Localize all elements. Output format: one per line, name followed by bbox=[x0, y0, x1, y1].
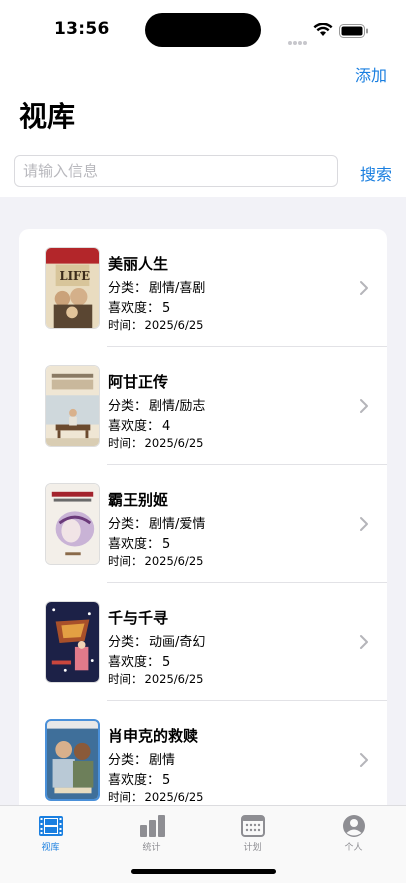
movie-category: 分类： 剧情 bbox=[108, 753, 176, 768]
tab-label: 视库 bbox=[41, 843, 60, 853]
list-item[interactable]: 阿甘正传 分类： 剧情/励志 喜欢度： 4 时间： 2025/6/25 bbox=[19, 347, 387, 465]
forrest-gump-poster bbox=[45, 365, 100, 447]
movie-rating: 喜欢度： 5 bbox=[108, 301, 171, 316]
list-item[interactable]: 霸王别姬 分类： 剧情/爱情 喜欢度： 5 时间： 2025/6/25 bbox=[19, 465, 387, 583]
battery-icon bbox=[339, 23, 369, 42]
svg-text:LIFE: LIFE bbox=[59, 269, 90, 283]
farewell-my-concubine-poster bbox=[45, 483, 100, 565]
movie-category: 分类： 剧情/喜剧 bbox=[108, 281, 206, 296]
dynamic-island bbox=[145, 13, 261, 47]
movie-title: 千与千寻 bbox=[108, 609, 169, 627]
chevron-right-icon bbox=[360, 753, 368, 767]
movie-date: 时间： 2025/6/25 bbox=[108, 790, 204, 804]
movie-rating: 喜欢度： 5 bbox=[108, 537, 171, 552]
add-button[interactable]: 添加 bbox=[355, 62, 387, 86]
movie-list: LIFE 美丽人生 分类：剧情/喜剧 喜欢度：5 时间：2025/6/25 bbox=[19, 229, 387, 829]
chevron-right-icon bbox=[360, 517, 368, 531]
search-input[interactable] bbox=[14, 155, 338, 187]
tab-profile[interactable]: 个人 bbox=[303, 806, 404, 856]
status-bar: 13:56 bbox=[0, 0, 406, 60]
tab-statistics[interactable]: 统计 bbox=[101, 806, 202, 856]
movie-category: 分类： 剧情/励志 bbox=[108, 399, 206, 414]
search-button[interactable]: 搜索 bbox=[360, 161, 392, 185]
movie-date: 时间： 2025/6/25 bbox=[108, 672, 204, 686]
chevron-right-icon bbox=[360, 635, 368, 649]
movie-category: 分类： 剧情/爱情 bbox=[108, 517, 206, 532]
chevron-right-icon bbox=[360, 281, 368, 295]
bar-chart-icon bbox=[140, 815, 165, 837]
movie-title: 阿甘正传 bbox=[108, 373, 169, 391]
person-icon bbox=[343, 815, 365, 837]
life-is-beautiful-poster: LIFE bbox=[45, 247, 100, 329]
tab-label: 计划 bbox=[243, 843, 262, 853]
list-item[interactable]: 千与千寻 分类： 动画/奇幻 喜欢度： 5 时间： 2025/6/25 bbox=[19, 583, 387, 701]
movie-title: 美丽人生 bbox=[108, 255, 169, 273]
cellular-signal-icon bbox=[288, 30, 308, 49]
movie-date: 时间： 2025/6/25 bbox=[108, 318, 204, 332]
page-title: 视库 bbox=[19, 100, 76, 133]
movie-rating: 喜欢度： 4 bbox=[108, 419, 171, 434]
movie-date: 时间： 2025/6/25 bbox=[108, 554, 204, 568]
movie-date: 时间： 2025/6/25 bbox=[108, 436, 204, 450]
tab-label: 个人 bbox=[344, 843, 363, 853]
status-time: 13:56 bbox=[54, 19, 110, 39]
wifi-icon bbox=[313, 22, 333, 41]
movie-title: 霸王别姬 bbox=[108, 491, 169, 509]
tab-label: 统计 bbox=[142, 843, 161, 853]
movie-category: 分类： 动画/奇幻 bbox=[108, 635, 206, 650]
shawshank-poster bbox=[45, 719, 100, 801]
calendar-icon bbox=[241, 815, 265, 837]
tab-plan[interactable]: 计划 bbox=[202, 806, 303, 856]
tab-library[interactable]: 视库 bbox=[0, 806, 101, 856]
film-icon bbox=[39, 816, 63, 836]
movie-title: 肖申克的救赎 bbox=[108, 727, 199, 745]
movie-rating: 喜欢度： 5 bbox=[108, 655, 171, 670]
list-item[interactable]: LIFE 美丽人生 分类： 剧情/喜剧 喜欢度： 5 时间： 2025/6/25 bbox=[19, 229, 387, 347]
movie-rating: 喜欢度： 5 bbox=[108, 773, 171, 788]
list-item[interactable]: 肖申克的救赎 分类： 剧情 喜欢度： 5 时间： 2025/6/25 bbox=[19, 701, 387, 819]
home-indicator bbox=[131, 869, 276, 874]
chevron-right-icon bbox=[360, 399, 368, 413]
spirited-away-poster bbox=[45, 601, 100, 683]
